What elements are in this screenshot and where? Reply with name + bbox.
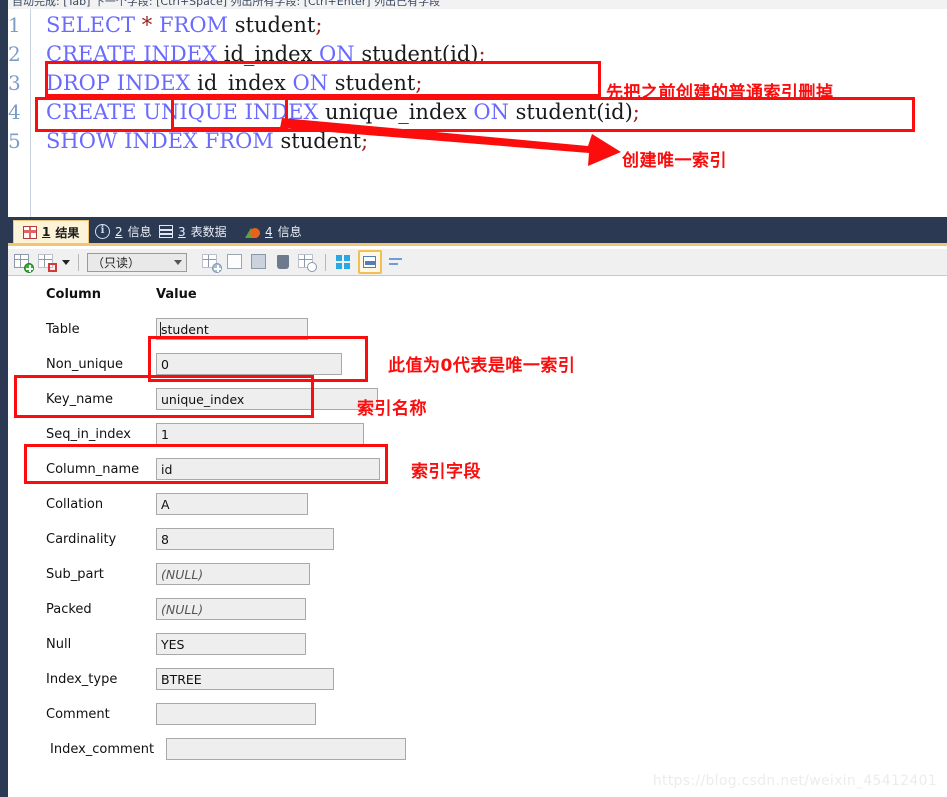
line-number: 3 [8,71,21,95]
trash-icon [277,255,289,269]
field-label: Packed [46,602,92,617]
field-label: Collation [46,497,104,512]
field-value-input[interactable]: id [156,458,380,480]
sql-line-1: 1 SELECT * FROM student; [8,11,322,40]
info-circle-icon: i [95,224,110,239]
grid-view-button[interactable] [334,252,354,272]
field-label: Non_unique [46,357,123,372]
floppy-save-icon [251,254,266,269]
text-caret [160,322,161,337]
tab-info-4[interactable]: 4 信息 [236,220,311,243]
key-name-annotation: 索引名称 [357,399,427,419]
value-header: Value [156,287,197,302]
cancel-edit-button[interactable] [297,252,317,272]
field-value-input[interactable]: BTREE [156,668,334,690]
text-lines-icon [389,256,402,268]
tab-table-data[interactable]: 3 表数据 [150,220,236,243]
edit-mode-select[interactable]: （只读） [87,252,187,272]
field-value-input[interactable]: 1 [156,423,364,445]
chart-icon [245,226,260,238]
blue-tiles-icon [336,255,351,269]
tab-info-2-number: 2 [115,224,123,239]
toolbar-divider-2 [325,253,326,271]
field-value-input[interactable] [156,703,316,725]
tab-table-data-number: 3 [178,224,186,239]
sql-line-3: 3 DROP INDEX id_index ON student; [8,69,422,98]
new-grid-button[interactable] [13,252,34,273]
line-number: 2 [8,42,21,66]
field-label: Column_name [46,462,140,477]
form-view-button[interactable] [358,250,382,274]
delete-record-button[interactable] [273,252,293,272]
edit-mode-value: （只读） [92,255,141,270]
result-toolbar[interactable]: （只读） [8,249,947,276]
grid-add-icon [212,263,222,273]
application-window: 自动完成: [Tab] 下一个字段: [Ctrl+Space] 列出所有字段: … [0,0,947,797]
tab-result[interactable]: 1 结果 [13,220,90,243]
window-left-edge [0,0,8,797]
tab-info-4-label: 信息 [277,225,302,239]
grid-red-brackets-icon [48,263,57,272]
line-number: 4 [8,100,21,124]
form-rows-icon [363,256,376,268]
sql-line-2: 2 CREATE INDEX id_index ON student(id); [8,40,486,69]
field-value-input[interactable]: unique_index [156,388,378,410]
field-value-input[interactable]: 8 [156,528,334,550]
field-label: Sub_part [46,567,104,582]
grid-edit-icon [227,254,242,269]
grid-cancel-icon [307,262,317,272]
text-view-button[interactable] [386,252,406,272]
field-label: Comment [46,707,110,722]
field-label: Index_comment [50,742,155,757]
field-label: Seq_in_index [46,427,131,442]
field-value-input[interactable]: student [156,318,308,340]
sql-statement: CREATE UNIQUE INDEX unique_index ON stud… [46,100,640,124]
result-tab-bar[interactable]: 1 结果 i 2 信息 3 表数据 4 信息 [8,220,947,246]
tab-result-label: 结果 [55,225,80,240]
field-value-input[interactable]: (NULL) [156,598,306,620]
sql-editor[interactable]: 1 SELECT * FROM student; 2 CREATE INDEX id_… [8,9,947,217]
column-header: Column [46,287,101,302]
non-unique-annotation: 此值为0代表是唯一索引 [388,356,576,376]
line-number: 5 [8,129,21,153]
create-unique-annotation: 创建唯一索引 [622,151,727,171]
sql-statement: CREATE INDEX id_index ON student(id); [46,42,486,66]
edit-record-button[interactable] [225,252,245,272]
tab-info-2-label: 信息 [127,225,152,239]
line-number: 1 [8,13,21,37]
chevron-down-icon [174,259,182,265]
field-label: Index_type [46,672,118,687]
watermark-text: https://blog.csdn.net/weixin_45412401 [652,773,937,789]
field-value-input[interactable]: A [156,493,308,515]
toolbar-divider-1 [78,253,79,271]
tab-info-4-number: 4 [265,224,273,239]
field-value-input[interactable]: 0 [156,353,342,375]
sql-statement: DROP INDEX id_index ON student; [46,71,423,95]
field-label: Cardinality [46,532,117,547]
chevron-down-icon[interactable] [62,259,70,265]
sql-statement: SELECT * FROM student; [46,13,323,37]
add-record-button[interactable] [201,252,222,273]
sql-line-4: 4 CREATE UNIQUE INDEX unique_index ON stu… [8,98,640,127]
sql-line-5: 5 SHOW INDEX FROM student; [8,127,368,156]
save-record-button[interactable] [249,252,269,272]
drop-index-annotation: 先把之前创建的普通索引删掉 [606,83,834,103]
column-name-annotation: 索引字段 [411,462,481,482]
tab-table-data-label: 表数据 [190,225,227,239]
sql-statement: SHOW INDEX FROM student; [46,129,369,153]
field-value-input[interactable] [166,738,406,760]
grid-red-icon [23,225,37,239]
plus-green-icon [24,263,34,273]
field-label: Null [46,637,72,652]
grid-white-icon [159,225,173,238]
grid-options-button[interactable] [37,252,57,272]
tab-result-number: 1 [42,225,51,239]
field-value-input[interactable]: YES [156,633,306,655]
field-label: Key_name [46,392,113,407]
field-label: Table [46,322,80,337]
editor-hint-text: 自动完成: [Tab] 下一个字段: [Ctrl+Space] 列出所有字段: … [12,0,441,8]
field-value-input[interactable]: (NULL) [156,563,310,585]
